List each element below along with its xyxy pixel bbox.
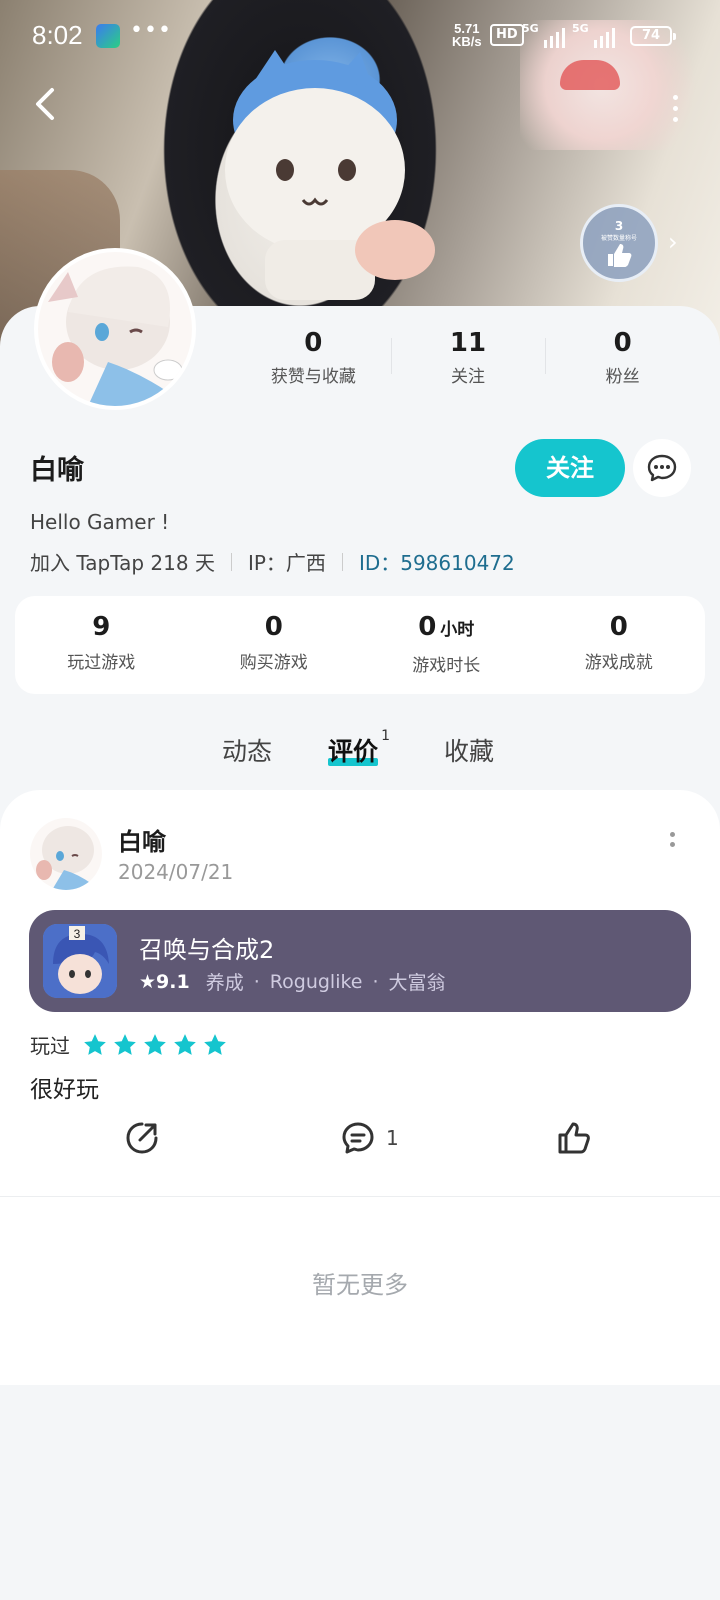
status-bar: 8:02 ••• 5.71 KB/s HD 5G 5G 74 [0,0,720,72]
comment-count: 1 [386,1126,399,1150]
tab-review-count: 1 [381,728,391,744]
played-label: 玩过 [30,1034,70,1058]
review-author-avatar[interactable] [30,818,102,890]
username: 白喻 [30,455,84,486]
network-speed: 5.71 KB/s [452,21,482,49]
list-footer: 暂无更多 [0,1197,720,1385]
chevron-left-icon [36,88,54,120]
social-stats: 0 获赞与收藏 11 关注 0 粉丝 [236,328,700,388]
message-button[interactable] [633,439,691,497]
review-more-button[interactable] [664,832,680,862]
review-text: 很好玩 [30,1077,99,1103]
ip-location: IP：广西 [247,551,326,575]
review-card: 白喻 2024/07/21 3 召唤与合成2 ★9.1 养成 · Rogugli… [0,790,720,1198]
stat-following[interactable]: 11 关注 [390,328,546,388]
game-title: 召唤与合成2 [139,936,275,964]
app-notification-icon [96,24,120,48]
more-notifications-icon: ••• [130,18,172,43]
battery-icon: 74 [630,26,676,46]
star-rating [82,1032,228,1058]
game-tag: 养成 [205,972,244,994]
user-id[interactable]: ID：598610472 [359,547,515,576]
review-rating: 玩过 [30,1030,228,1059]
comment-icon [342,1122,374,1154]
more-options-button[interactable] [660,88,690,128]
like-button[interactable] [556,1120,592,1156]
game-stats-card: 9 玩过游戏 0 购买游戏 0 小时 游戏时长 0 游戏成就 [15,596,705,694]
back-button[interactable] [26,84,66,124]
hd-icon: HD [490,24,524,46]
stat-purchased-games[interactable]: 0 购买游戏 [188,596,361,694]
review-actions: 1 [0,1106,720,1170]
star-icon [114,1033,136,1055]
star-icon [204,1033,226,1055]
chevron-right-icon: › [668,228,678,256]
chat-bubble-icon [647,454,677,482]
stat-play-time[interactable]: 0 小时 游戏时长 [360,596,533,694]
review-date: 2024/07/21 [118,860,234,884]
status-time: 8:02 [32,20,83,50]
content-tabs: 动态 评价 1 收藏 [0,726,720,782]
profile-meta: 加入 TapTap 218 天 IP：广西 ID：598610472 [30,547,515,576]
stat-played-games[interactable]: 9 玩过游戏 [15,596,188,694]
honor-badge[interactable]: 3 被赞数量称号 [580,204,658,282]
review-author-name[interactable]: 白喻 [118,822,166,857]
game-meta: ★9.1 养成 · Roguglike · 大富翁 [139,968,446,995]
signal-icon-2: 5G [572,22,615,48]
tab-favorites[interactable]: 收藏 [444,732,494,768]
stat-achievements[interactable]: 0 游戏成就 [533,596,706,694]
share-icon [126,1122,158,1154]
tab-activity[interactable]: 动态 [222,732,272,768]
star-icon [144,1033,166,1055]
join-duration: 加入 TapTap 218 天 [30,551,215,575]
game-tag: Roguglike [269,970,363,993]
tab-reviews[interactable]: 评价 1 [328,728,390,768]
game-tag: 大富翁 [388,972,446,994]
star-icon [174,1033,196,1055]
stat-followers[interactable]: 0 粉丝 [545,328,700,388]
stat-likes[interactable]: 0 获赞与收藏 [236,328,391,388]
thumbs-up-outline-icon [558,1122,590,1154]
no-more-text: 暂无更多 [312,1271,408,1299]
star-icon [84,1033,106,1055]
bio: Hello Gamer ! [30,510,170,534]
reviewed-game-card[interactable]: 3 召唤与合成2 ★9.1 养成 · Roguglike · 大富翁 [29,910,691,1012]
thumbs-up-icon [608,243,632,267]
share-button[interactable] [124,1120,160,1156]
game-icon: 3 [43,924,117,998]
signal-icon: 5G [522,22,565,48]
game-score: ★9.1 [139,970,190,993]
follow-button[interactable]: 关注 [515,439,625,497]
comment-button[interactable]: 1 [340,1120,399,1156]
avatar[interactable] [34,248,196,410]
svg-text:3: 3 [74,927,81,941]
